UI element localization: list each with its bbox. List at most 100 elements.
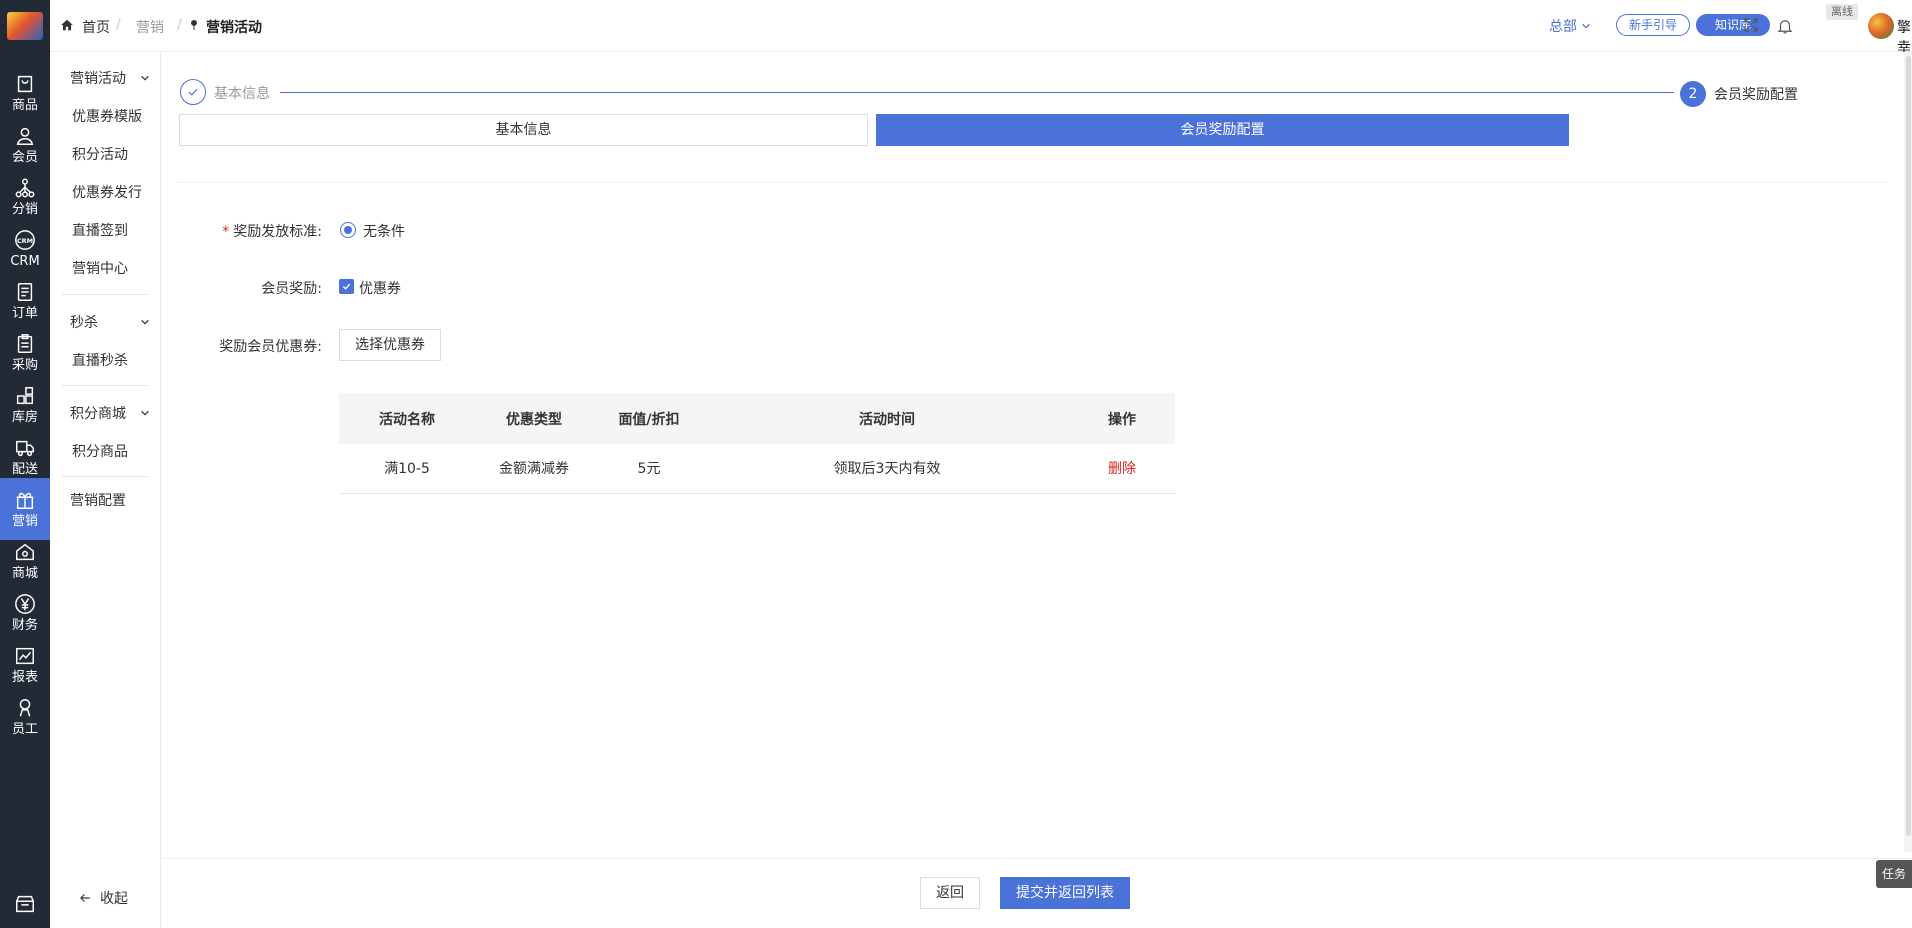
submenu-group-points-mall[interactable]: 积分商城 — [70, 403, 150, 423]
cell-time: 领取后3天内有效 — [705, 444, 1069, 494]
rail-label: 员工 — [11, 722, 38, 737]
select-coupon-button[interactable]: 选择优惠券 — [339, 329, 441, 361]
rail-label: 分销 — [11, 202, 38, 217]
username: 擎幸 — [1897, 20, 1911, 56]
submenu-group-label: 营销活动 — [70, 71, 126, 87]
task-float-button[interactable]: 任务 — [1876, 860, 1912, 888]
rail-label: 订单 — [11, 306, 38, 321]
chart-icon — [14, 645, 36, 667]
rail-label: 库房 — [11, 410, 38, 425]
cell-type: 金额满减券 — [475, 444, 593, 494]
submenu-item-marketing-config[interactable]: 营销配置 — [70, 490, 126, 510]
check-icon — [188, 88, 198, 96]
branch-label: 总部 — [1549, 19, 1577, 35]
submenu-item-coupon-issue[interactable]: 优惠券发行 — [72, 182, 142, 202]
step-indicator: 基本信息 2 会员奖励配置 — [180, 78, 1892, 107]
bell-icon[interactable] — [1776, 17, 1794, 35]
col-header-name: 活动名称 — [339, 393, 475, 444]
svg-text:CRM: CRM — [17, 237, 33, 245]
submenu-group-label: 秒杀 — [70, 315, 98, 331]
coupon-label: 奖励会员优惠券: — [219, 339, 322, 355]
col-header-time: 活动时间 — [705, 393, 1069, 444]
app-logo[interactable] — [7, 12, 43, 40]
home-icon — [61, 19, 73, 31]
rail-label: 配送 — [11, 462, 38, 477]
share-tree-icon — [14, 177, 36, 199]
breadcrumb-home[interactable]: 首页 — [82, 17, 110, 37]
chevron-down-icon — [1582, 23, 1590, 29]
breadcrumb-marketing[interactable]: 营销 — [136, 17, 164, 37]
order-icon — [14, 281, 36, 303]
delete-link[interactable]: 删除 — [1108, 461, 1136, 477]
scrollbar-thumb[interactable] — [1906, 56, 1911, 836]
back-button[interactable]: 返回 — [920, 877, 980, 909]
step2-number: 2 — [1680, 81, 1706, 107]
cell-value: 5元 — [593, 444, 705, 494]
avatar[interactable] — [1868, 13, 1894, 39]
radio-unconditional-label: 无条件 — [363, 224, 405, 240]
step-connector — [280, 92, 1674, 93]
tab-member-reward[interactable]: 会员奖励配置 — [876, 114, 1569, 146]
rail-label: 财务 — [11, 618, 38, 633]
rail-item-staff[interactable]: 员工 — [0, 686, 50, 748]
store-icon — [14, 893, 36, 915]
crm-icon: CRM — [14, 229, 36, 251]
standard-label: * 奖励发放标准: — [222, 224, 322, 240]
user-icon — [14, 125, 36, 147]
reward-label: 会员奖励: — [261, 281, 322, 297]
breadcrumb-separator: / — [116, 17, 121, 33]
fullscreen-icon[interactable] — [1742, 16, 1760, 34]
gift-icon — [14, 489, 36, 511]
checkbox-coupon[interactable] — [339, 279, 354, 294]
pin-icon — [191, 20, 197, 30]
form-footer: 返回 提交并返回列表 — [162, 858, 1912, 928]
check-icon — [342, 283, 351, 290]
tab-basic-info[interactable]: 基本信息 — [179, 114, 868, 146]
submenu-item-live-seckill[interactable]: 直播秒杀 — [72, 350, 128, 370]
chevron-down-icon — [141, 319, 149, 325]
submenu-item-points-goods[interactable]: 积分商品 — [72, 441, 128, 461]
submenu-divider — [62, 476, 148, 477]
submenu-group-seckill[interactable]: 秒杀 — [70, 312, 150, 332]
coupon-table: 活动名称 优惠类型 面值/折扣 活动时间 操作 满10-5 金额满减券 5元 领… — [339, 393, 1175, 494]
submenu-divider — [62, 385, 148, 386]
submenu-item-live-checkin[interactable]: 直播签到 — [72, 220, 128, 240]
rail-label: 会员 — [11, 150, 38, 165]
chevron-down-icon — [141, 75, 149, 81]
chevron-down-icon — [141, 410, 149, 416]
rail-label: CRM — [10, 254, 40, 269]
marketing-submenu: 营销活动 优惠券模版 积分活动 优惠券发行 直播签到 营销中心 秒杀 直播秒杀 … — [50, 52, 161, 928]
user-menu[interactable]: 擎幸 — [1897, 17, 1912, 57]
rail-label: 商品 — [11, 98, 38, 113]
collapse-menu-button[interactable]: 收起 — [78, 888, 128, 908]
submenu-group-marketing[interactable]: 营销活动 — [70, 68, 150, 88]
col-header-type: 优惠类型 — [475, 393, 593, 444]
offline-badge: 离线 — [1826, 4, 1858, 20]
rail-item-store[interactable] — [0, 882, 50, 928]
submenu-item-marketing-center[interactable]: 营销中心 — [72, 258, 128, 278]
cell-name: 满10-5 — [339, 444, 475, 494]
main-content: 基本信息 2 会员奖励配置 基本信息 会员奖励配置 * 奖励发放标准: 无条件 会… — [162, 52, 1912, 928]
clipboard-icon — [14, 333, 36, 355]
collapse-label: 收起 — [100, 891, 128, 907]
warehouse-icon — [14, 385, 36, 407]
bag-icon — [14, 73, 36, 95]
rail-label: 营销 — [11, 514, 38, 529]
shop-icon — [14, 541, 36, 563]
submenu-item-points-activity[interactable]: 积分活动 — [72, 144, 128, 164]
checkbox-coupon-label: 优惠券 — [359, 281, 401, 297]
staff-icon — [14, 697, 36, 719]
step-done-circle — [180, 79, 206, 105]
step2-label: 会员奖励配置 — [1714, 87, 1798, 103]
radio-unconditional[interactable] — [340, 222, 356, 238]
guide-button[interactable]: 新手引导 — [1616, 14, 1690, 36]
col-header-value: 面值/折扣 — [593, 393, 705, 444]
table-row: 满10-5 金额满减券 5元 领取后3天内有效 删除 — [339, 444, 1175, 494]
top-header: 首页 / 营销 / 营销活动 总部 新手引导 知识库 离线 擎幸 — [50, 0, 1912, 56]
branch-selector[interactable]: 总部 — [1549, 16, 1591, 36]
rail-label: 商城 — [11, 566, 38, 581]
submenu-item-coupon-template[interactable]: 优惠券模版 — [72, 106, 142, 126]
submenu-divider — [62, 294, 148, 295]
submit-button[interactable]: 提交并返回列表 — [1000, 877, 1130, 909]
yen-icon — [14, 593, 36, 615]
